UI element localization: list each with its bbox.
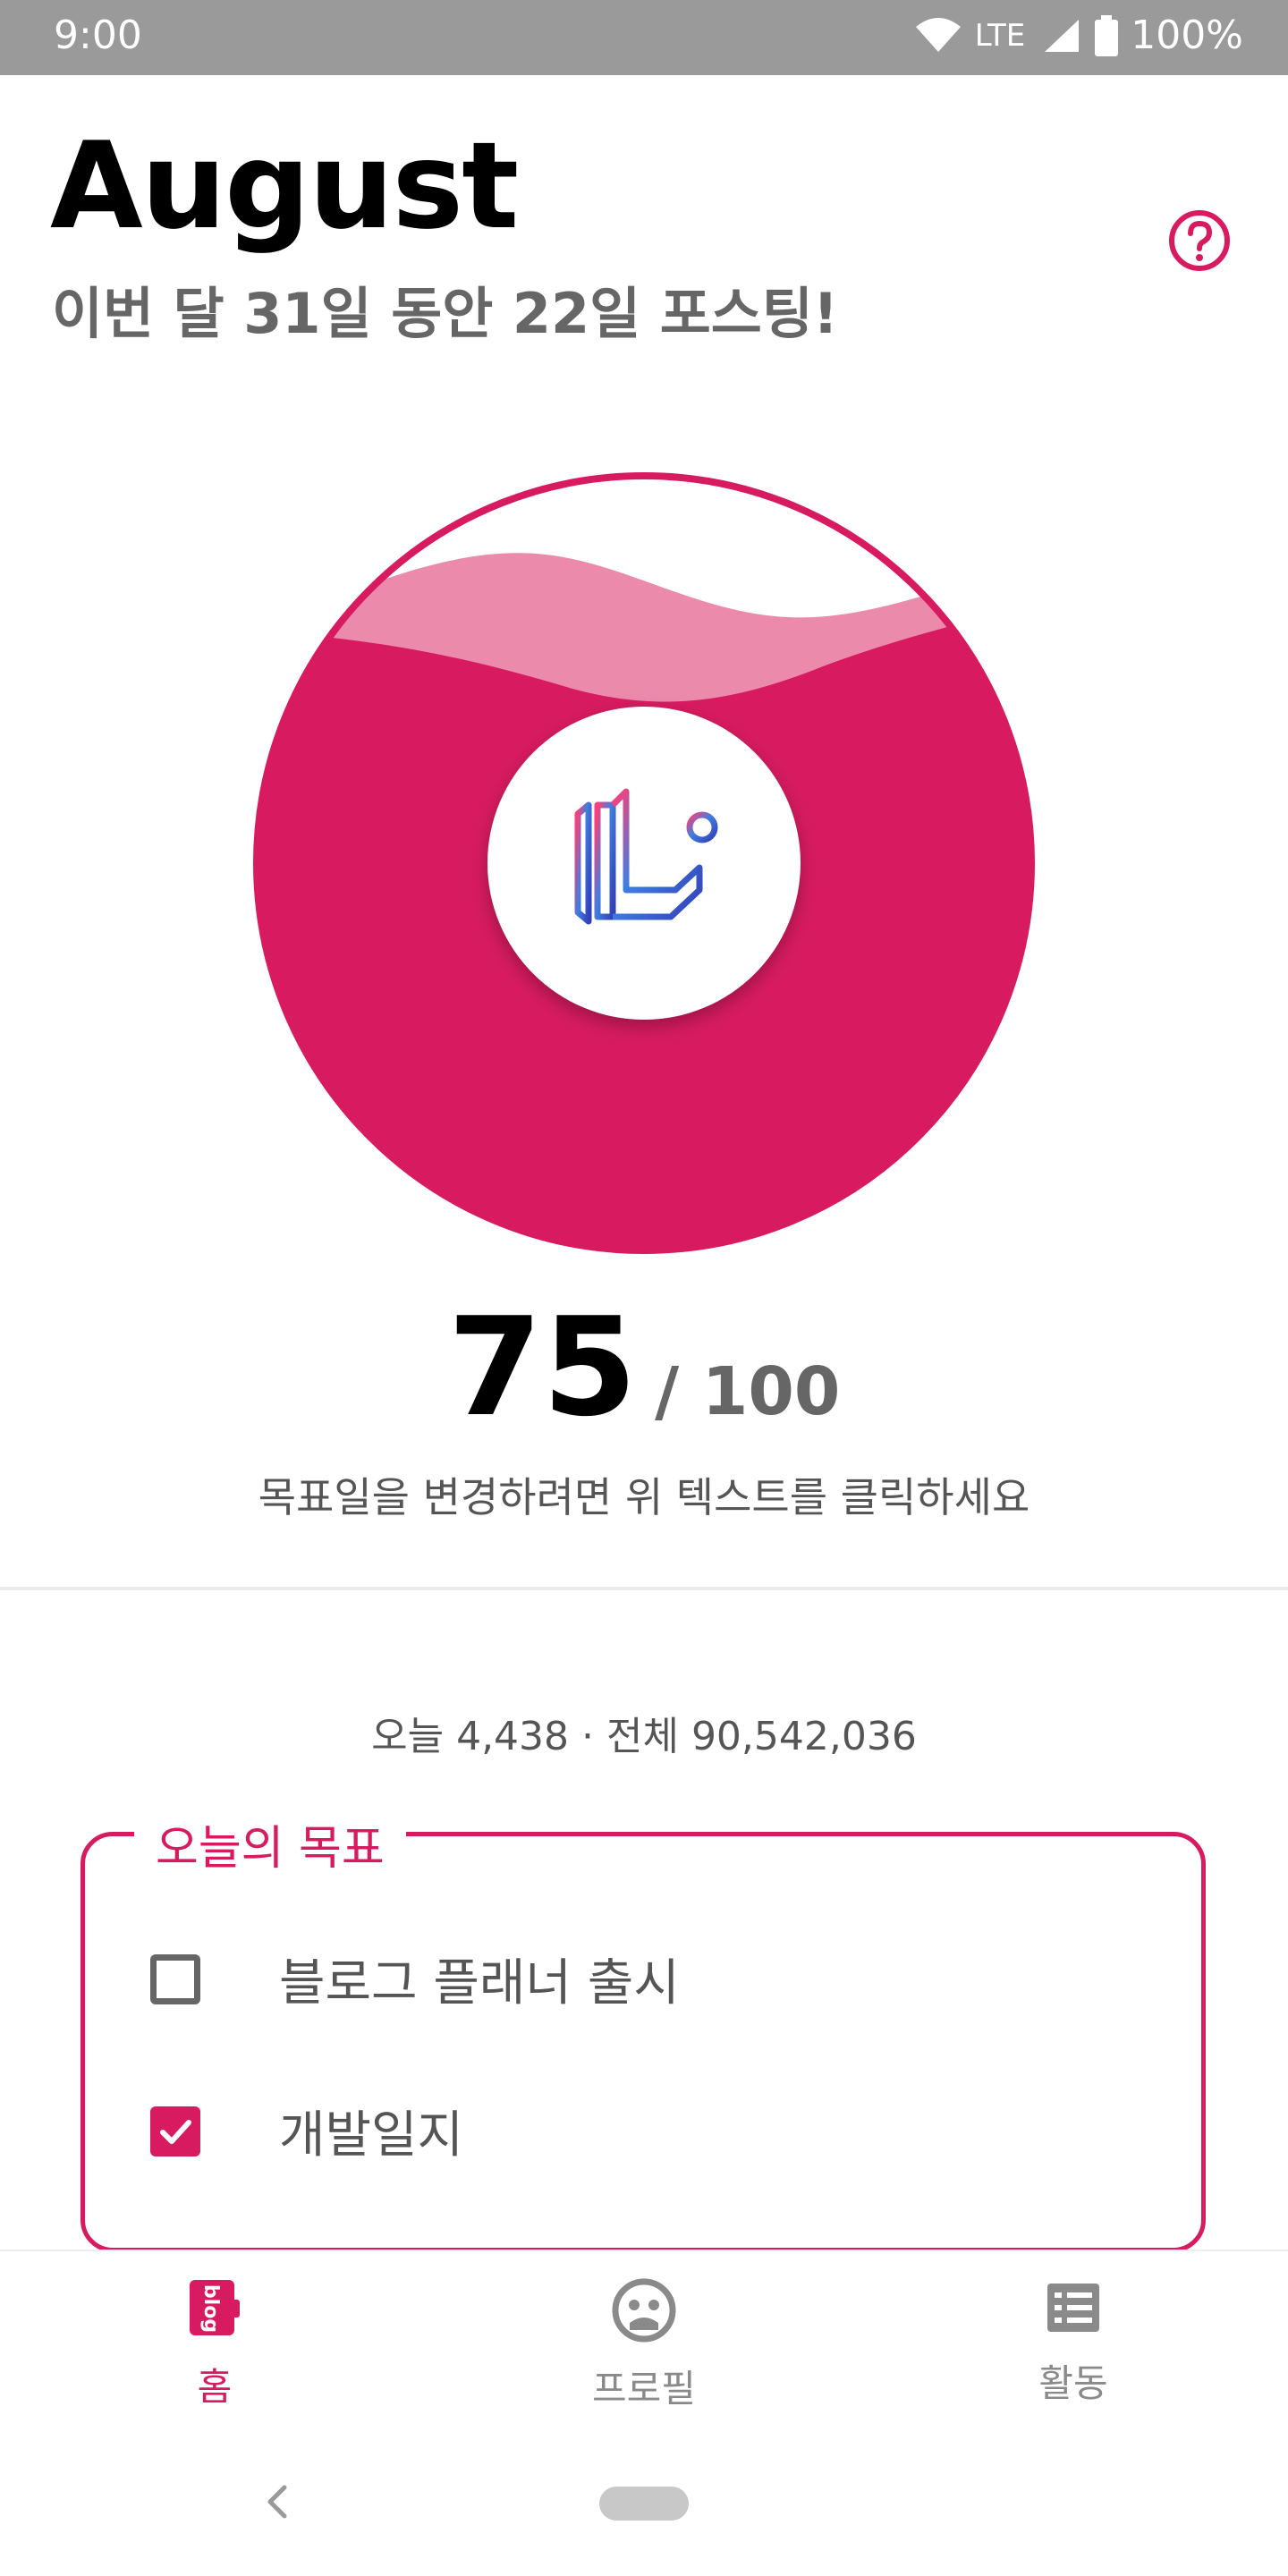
todays-goals-box xyxy=(80,1832,1206,2252)
nav-item-activity[interactable]: 활동 xyxy=(984,2278,1163,2408)
network-type: LTE xyxy=(974,17,1026,54)
goal-checkbox-checked[interactable] xyxy=(150,2106,200,2157)
todays-goals-title: 오늘의 목표 xyxy=(134,1810,406,1877)
home-pill-button[interactable] xyxy=(599,2487,689,2521)
goal-item[interactable]: 개발일지 xyxy=(150,2095,463,2167)
blog-home-icon: blog xyxy=(190,2280,240,2335)
wifi-icon xyxy=(915,17,961,52)
progress-circle[interactable] xyxy=(250,470,1038,1257)
nav-label-activity: 활동 xyxy=(1038,2361,1108,2405)
list-icon xyxy=(1047,2284,1099,2332)
svg-text:blog: blog xyxy=(199,2284,222,2333)
system-navigation-bar xyxy=(0,2433,1288,2576)
page-title: August xyxy=(50,116,519,256)
nav-item-profile[interactable]: 프로필 xyxy=(555,2278,733,2413)
change-goal-hint: 목표일을 변경하려면 위 텍스트를 클릭하세요 xyxy=(258,1473,1030,1521)
goal-label: 개발일지 xyxy=(279,2106,464,2165)
logo-badge xyxy=(487,707,801,1020)
goal-score[interactable]: 75/ 100 xyxy=(0,1288,1288,1446)
visit-stats: 오늘 4,438 · 전체 90,542,036 xyxy=(371,1714,917,1759)
nav-label-home: 홈 xyxy=(197,2365,233,2409)
battery-percent: 100% xyxy=(1131,13,1243,58)
goal-item[interactable]: 블로그 플래너 출시 xyxy=(150,1943,680,2015)
goal-checkbox[interactable] xyxy=(150,1953,200,2004)
nav-item-home[interactable]: blog 홈 xyxy=(125,2278,304,2411)
signal-icon xyxy=(1045,19,1080,52)
score-target: / 100 xyxy=(655,1353,841,1430)
back-arrow-icon[interactable] xyxy=(259,2482,295,2521)
bottom-navigation: blog 홈 프로필 활동 xyxy=(0,2250,1288,2435)
section-divider xyxy=(0,1587,1288,1590)
score-value: 75 xyxy=(447,1288,638,1446)
check-icon xyxy=(160,2119,191,2144)
goal-label: 블로그 플래너 출시 xyxy=(279,1954,680,2012)
help-circle-icon[interactable] xyxy=(1168,209,1231,272)
status-bar: 9:00 LTE 100% xyxy=(0,0,1288,75)
nav-label-profile: 프로필 xyxy=(592,2367,696,2411)
status-time: 9:00 xyxy=(54,13,142,58)
month-summary: 이번 달 31일 동안 22일 포스팅! xyxy=(52,281,839,346)
profile-icon xyxy=(612,2278,676,2343)
battery-icon xyxy=(1095,14,1119,56)
